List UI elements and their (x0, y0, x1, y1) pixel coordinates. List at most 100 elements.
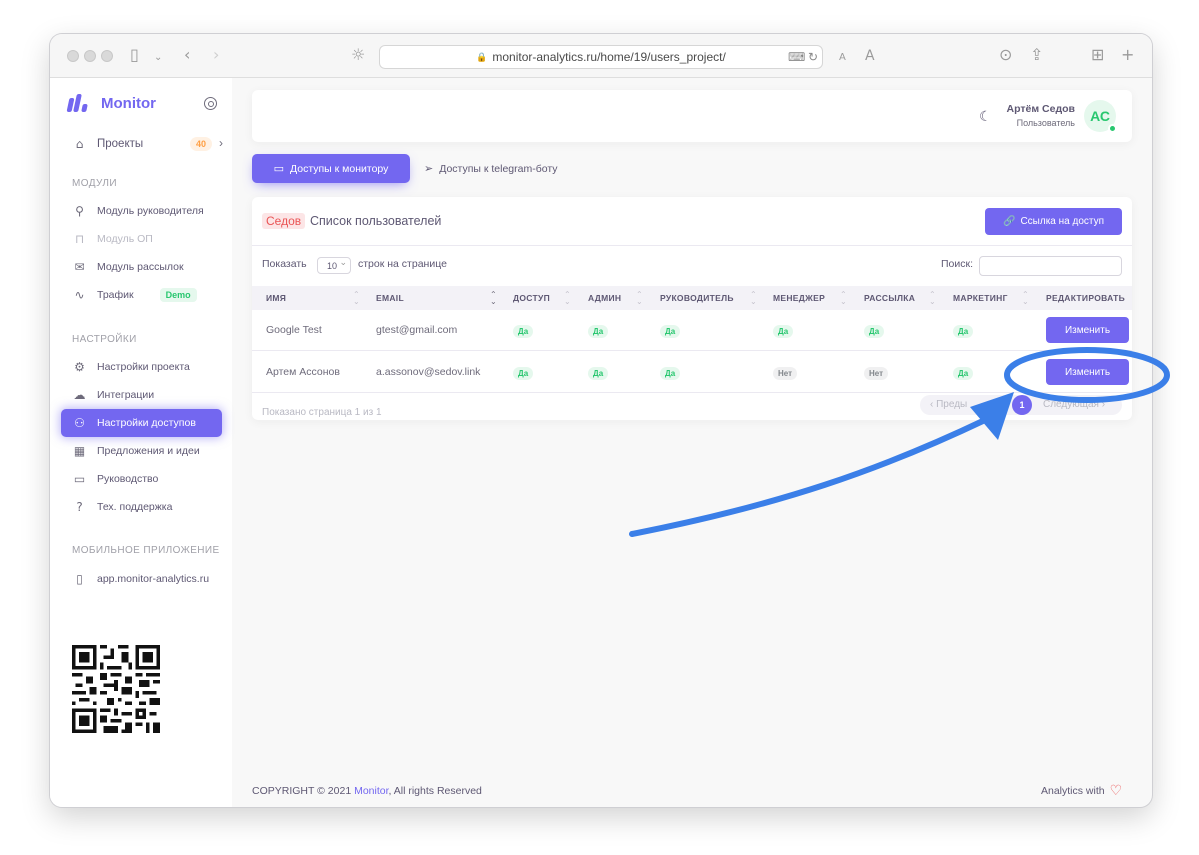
tab-monitor-access[interactable]: ▭ Доступы к монитору (252, 154, 410, 183)
tab-telegram-access[interactable]: ➢ Доступы к telegram-боту (424, 154, 558, 183)
brightness-icon[interactable]: ☼ (351, 45, 365, 65)
section-mobile: МОБИЛЬНОЕ ПРИЛОЖЕНИЕ (72, 545, 220, 556)
sort-icon[interactable]: ⌃ ⌄ (750, 291, 757, 306)
text-larger-button[interactable]: A (865, 46, 875, 66)
tab-label: Доступы к telegram-боту (439, 162, 558, 175)
online-status-icon (1108, 124, 1117, 133)
qr-code (72, 645, 160, 733)
sidebar-item-label: Интеграции (97, 389, 155, 401)
access-link-button[interactable]: 🔗 Ссылка на доступ (985, 208, 1122, 235)
brand-logo[interactable]: Monitor (66, 94, 156, 112)
sidebar-item-projects[interactable]: ⌂ Проекты 40 › (61, 130, 223, 158)
user-name-cell: Артем Ассонов (266, 366, 340, 378)
sidebar-toggle-icon[interactable]: ▯ (130, 45, 139, 65)
admin-badge: Да (588, 367, 609, 380)
sidebar-item-guide[interactable]: ▭ Руководство (61, 465, 222, 493)
new-tab-icon[interactable]: + (1121, 45, 1134, 65)
close-window-button[interactable] (67, 50, 79, 62)
projects-count-badge: 40 (190, 137, 213, 151)
page-size-select[interactable]: 10 (317, 255, 351, 274)
sort-icon[interactable]: ⌃ ⌄ (636, 291, 643, 306)
sidebar-item-mailing-module[interactable]: ✉ Модуль рассылок (61, 253, 222, 281)
sidebar-item-label: Проекты (97, 138, 144, 150)
search-label: Поиск: (941, 258, 974, 270)
tab-overview-icon[interactable]: ⊞ (1091, 45, 1104, 65)
column-header-mailing[interactable]: РАССЫЛКА (864, 293, 915, 303)
column-header-head[interactable]: РУКОВОДИТЕЛЬ (660, 293, 734, 303)
sidebar-item-sales-module[interactable]: ⊓ Модуль ОП (61, 225, 222, 253)
browser-window: ▯ ⌄ ‹ › ☼ 🔒 monitor-analytics.ru/home/19… (50, 34, 1152, 807)
users-icon: ⚇ (74, 415, 85, 430)
show-label: Показать (262, 258, 307, 270)
sort-icon[interactable]: ⌃ ⌄ (1022, 291, 1029, 306)
access-badge: Да (513, 367, 534, 380)
demo-badge: Demo (159, 288, 197, 302)
table-row: Google Test gtest@gmail.com Да Да Да Да … (252, 310, 1132, 351)
edit-user-button[interactable]: Изменить (1046, 317, 1129, 343)
translate-icon[interactable]: ⌨ (788, 50, 805, 64)
lock-icon: 🔒 (476, 51, 488, 62)
user-name-cell: Google Test (266, 324, 322, 336)
sidebar-item-mobile-app[interactable]: ▯ app.monitor-analytics.ru (61, 565, 222, 593)
activity-icon: ∿ (74, 287, 85, 302)
sidebar-item-integrations[interactable]: ☁ Интеграции (61, 381, 222, 409)
user-role: Пользователь (1016, 118, 1075, 128)
sidebar-item-access-settings[interactable]: ⚇ Настройки доступов (61, 409, 222, 437)
user-name[interactable]: Артём Седов (1007, 103, 1075, 115)
trello-icon: ▦ (73, 443, 86, 458)
minimize-window-button[interactable] (84, 50, 96, 62)
sidebar-item-traffic[interactable]: ∿ Трафик Demo (61, 281, 222, 309)
users-card: Седов Список пользователей 🔗 Ссылка на д… (252, 197, 1132, 420)
sidebar-item-project-settings[interactable]: ⚙ Настройки проекта (61, 353, 222, 381)
share-icon[interactable]: ⇪ (1030, 45, 1043, 65)
chevron-down-icon[interactable]: ⌄ (154, 48, 162, 68)
column-header-marketing[interactable]: МАРКЕТИНГ (953, 293, 1008, 303)
home-icon: ⌂ (75, 136, 84, 151)
sort-icon[interactable]: ⌃ ⌄ (490, 291, 497, 306)
edit-user-button[interactable]: Изменить (1046, 359, 1129, 385)
text-smaller-button[interactable]: A (839, 48, 846, 68)
pagination-page[interactable]: 1 (1012, 395, 1032, 415)
back-icon[interactable]: ‹ (184, 45, 190, 65)
manager-badge: Да (773, 325, 794, 338)
column-header-name[interactable]: ИМЯ (266, 293, 286, 303)
column-header-admin[interactable]: АДМИН (588, 293, 621, 303)
sort-icon[interactable]: ⌃ ⌄ (929, 291, 936, 306)
pagination-next[interactable]: Следующая › (1043, 399, 1105, 410)
column-header-email[interactable]: EMAIL (376, 293, 404, 303)
sidebar-item-label: Руководство (97, 473, 159, 485)
copyright-brand-link[interactable]: Monitor (354, 785, 388, 797)
mail-icon: ✉ (74, 259, 85, 274)
download-icon[interactable]: ⊙ (999, 45, 1012, 65)
sidebar-item-label: Настройки проекта (97, 361, 190, 373)
admin-badge: Да (588, 325, 609, 338)
sort-icon[interactable]: ⌃ ⌄ (353, 291, 360, 306)
manager-badge: Нет (773, 367, 798, 380)
sidebar-collapse-icon[interactable] (204, 97, 217, 110)
analytics-with-label: Analytics with (1041, 785, 1105, 797)
gear-icon: ⚙ (74, 359, 85, 374)
sidebar-item-label: Модуль рассылок (97, 261, 184, 273)
sidebar-item-manager-module[interactable]: ⚲ Модуль руководителя (61, 197, 222, 225)
sort-icon[interactable]: ⌃ ⌄ (564, 291, 571, 306)
browser-toolbar: ▯ ⌄ ‹ › ☼ 🔒 monitor-analytics.ru/home/19… (50, 34, 1152, 78)
lock-icon: ⊓ (74, 231, 85, 246)
sidebar-item-ideas[interactable]: ▦ Предложения и идеи (61, 437, 222, 465)
marketing-badge: Да (953, 325, 974, 338)
column-header-access[interactable]: ДОСТУП (513, 293, 550, 303)
section-settings: НАСТРОЙКИ (72, 334, 137, 345)
sidebar-item-label: app.monitor-analytics.ru (97, 573, 210, 585)
column-header-manager[interactable]: МЕНЕДЖЕР (773, 293, 825, 303)
forward-icon[interactable]: › (213, 45, 219, 65)
address-bar[interactable]: 🔒 monitor-analytics.ru/home/19/users_pro… (379, 45, 823, 69)
pagination: ‹ Преды 1 Следующая › (920, 395, 1122, 415)
moon-icon[interactable]: ☾ (979, 108, 992, 125)
maximize-window-button[interactable] (101, 50, 113, 62)
section-modules: МОДУЛИ (72, 178, 117, 189)
copyright-prefix: COPYRIGHT © 2021 (252, 785, 355, 797)
search-input[interactable] (979, 256, 1122, 276)
reload-icon[interactable]: ↻ (808, 50, 818, 64)
sidebar-item-support[interactable]: ? Тех. поддержка (61, 493, 222, 521)
sort-icon[interactable]: ⌃ ⌄ (840, 291, 847, 306)
pagination-previous[interactable]: ‹ Преды (930, 399, 967, 410)
